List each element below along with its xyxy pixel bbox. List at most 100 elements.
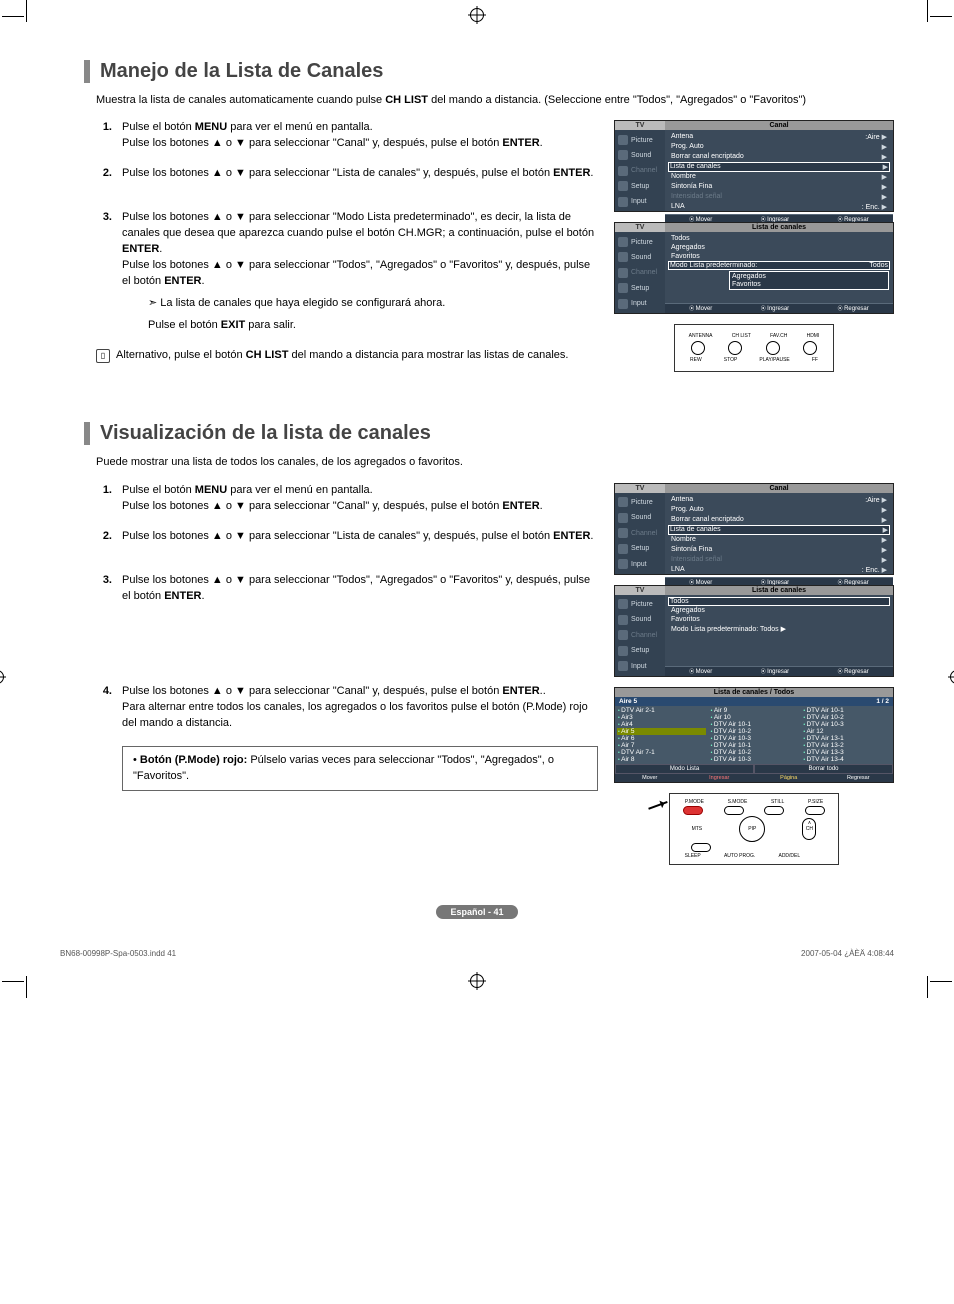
label: Mover — [615, 774, 685, 782]
text-bold: ENTER — [502, 685, 539, 697]
text: Alternativo, pulse el botón — [116, 349, 246, 361]
setup-icon — [618, 181, 628, 191]
text-bold: ENTER — [502, 137, 539, 149]
arrow-icon: ▶ — [882, 556, 887, 564]
channel-item: DTV Air 10-3 — [710, 756, 799, 763]
label: Modo Lista predeterminado: Todos ▶ — [671, 625, 786, 633]
label: STILL — [771, 799, 784, 805]
label: SLEEP — [685, 853, 701, 859]
osd-item: Sintonía Fina ▶ — [669, 183, 889, 191]
label: Input — [631, 561, 647, 568]
channel-item: DTV Air 10-2 — [802, 714, 891, 721]
step-list: 3. Pulse los botones ▲ o ▼ para seleccio… — [96, 210, 598, 334]
label: REW — [690, 357, 702, 363]
label: Antena — [671, 496, 693, 504]
osd-footer: MoverIngresarRegresar — [665, 303, 893, 313]
arrow-icon: ▶ — [882, 536, 887, 544]
channel-item: DTV Air 13-2 — [802, 742, 891, 749]
step-list: 1. Pulse el botón MENU para ver el menú … — [96, 120, 598, 182]
label: Sintonía Fina — [671, 183, 712, 191]
intro-text: Muestra la lista de canales automaticame… — [96, 93, 894, 108]
registration-mark-icon — [470, 8, 484, 22]
osd-item: Favoritos — [669, 616, 889, 623]
section-title: Manejo de la Lista de Canales — [84, 60, 894, 83]
label: Favoritos — [671, 253, 700, 260]
input-icon — [618, 661, 628, 671]
timestamp: 2007-05-04 ¿ÀÈÄ 4:08:44 — [801, 949, 894, 958]
label: Antena — [671, 133, 693, 141]
label: Nombre — [671, 173, 696, 181]
channel-item: Air 10 — [710, 714, 799, 721]
step-item: 3. Pulse los botones ▲ o ▼ para seleccio… — [96, 573, 598, 605]
label: Channel — [631, 269, 657, 276]
remote-button — [691, 843, 711, 852]
crop-mark — [930, 981, 952, 982]
step-number: 3. — [96, 210, 112, 334]
crop-mark — [26, 976, 27, 998]
label: Setup — [631, 647, 649, 654]
text-bold: CH LIST — [385, 94, 428, 106]
label: Ingresar — [761, 668, 789, 675]
print-metadata: BN68-00998P-Spa-0503.indd 41 2007-05-04 … — [60, 949, 894, 958]
osd-screenshot-canal: TV Picture Sound Channel Setup Input Can… — [614, 483, 894, 575]
text: . — [540, 500, 543, 512]
chlist-grid: DTV Air 2-1Air3Air4Air 5Air 6Air 7DTV Ai… — [615, 706, 893, 764]
channel-item: DTV Air 2-1 — [617, 707, 706, 714]
channel-item: Air 6 — [617, 735, 706, 742]
osd-item: Agregados — [669, 607, 889, 614]
text: para salir. — [245, 319, 296, 331]
chlist-footer: Mover Ingresar Página Regresar — [615, 774, 893, 782]
text: del mando a distancia para mostrar las l… — [288, 349, 568, 361]
channel-item: DTV Air 10-3 — [710, 735, 799, 742]
osd-nav-input: Input — [615, 660, 665, 672]
label: Aire 5 — [619, 698, 637, 705]
registration-mark-icon — [0, 670, 4, 684]
osd-nav-sound: Sound — [615, 251, 665, 263]
label: Picture — [631, 601, 653, 608]
picture-icon — [618, 135, 628, 145]
osd-item: Todos — [669, 235, 889, 242]
label: ANTENNA — [689, 333, 713, 339]
label: PIP — [748, 826, 756, 832]
text: Pulse el botón — [122, 121, 195, 133]
label: STOP — [724, 357, 738, 363]
channel-item: Air 8 — [617, 756, 706, 763]
intro-text: Puede mostrar una lista de todos los can… — [96, 455, 894, 470]
channel-item: DTV Air 10-3 — [802, 721, 891, 728]
input-icon — [618, 299, 628, 309]
label: Ingresar — [685, 774, 755, 782]
label: Input — [631, 300, 647, 307]
input-icon — [618, 559, 628, 569]
text-bold: ENTER — [122, 243, 159, 255]
text: Alternativo, pulse el botón CH LIST del … — [116, 348, 568, 363]
channel-item: DTV Air 13-3 — [802, 749, 891, 756]
channel-item: Air4 — [617, 721, 706, 728]
arrow-icon: ▶ — [882, 183, 887, 191]
label: Picture — [631, 499, 653, 506]
label: Todos — [671, 235, 690, 242]
osd-tv-label: TV — [615, 586, 665, 595]
ch-rocker: ∧CH — [802, 818, 816, 840]
step-number: 1. — [96, 483, 112, 515]
remote-button — [691, 341, 705, 355]
setup-icon — [618, 283, 628, 293]
label: LNA — [671, 203, 685, 211]
remote-diagram: ANTENNA CH LIST FAV.CH HDMI REW STOP PLA… — [674, 324, 834, 372]
osd-submenu: Agregados Favoritos — [729, 271, 889, 290]
setup-icon — [618, 544, 628, 554]
osd-subitem: Agregados — [732, 273, 886, 280]
step-list: 3. Pulse los botones ▲ o ▼ para seleccio… — [96, 573, 598, 605]
step-item: 4. Pulse los botones ▲ o ▼ para seleccio… — [96, 684, 598, 732]
chlist-column: Air 9Air 10DTV Air 10-1DTV Air 10-2DTV A… — [708, 706, 801, 764]
label: LNA — [671, 566, 685, 574]
label: Sound — [631, 514, 651, 521]
osd-nav-channel: Channel — [615, 267, 665, 279]
osd-tv-label: TV — [615, 121, 665, 130]
step-item: 1. Pulse el botón MENU para ver el menú … — [96, 483, 598, 515]
text: Pulse los botones ▲ o ▼ para seleccionar… — [122, 500, 502, 512]
osd-item: Agregados — [669, 244, 889, 251]
osd-nav-sound: Sound — [615, 512, 665, 524]
step-item: 2. Pulse los botones ▲ o ▼ para seleccio… — [96, 166, 598, 182]
input-icon — [618, 197, 628, 207]
osd-nav-picture: Picture — [615, 236, 665, 248]
